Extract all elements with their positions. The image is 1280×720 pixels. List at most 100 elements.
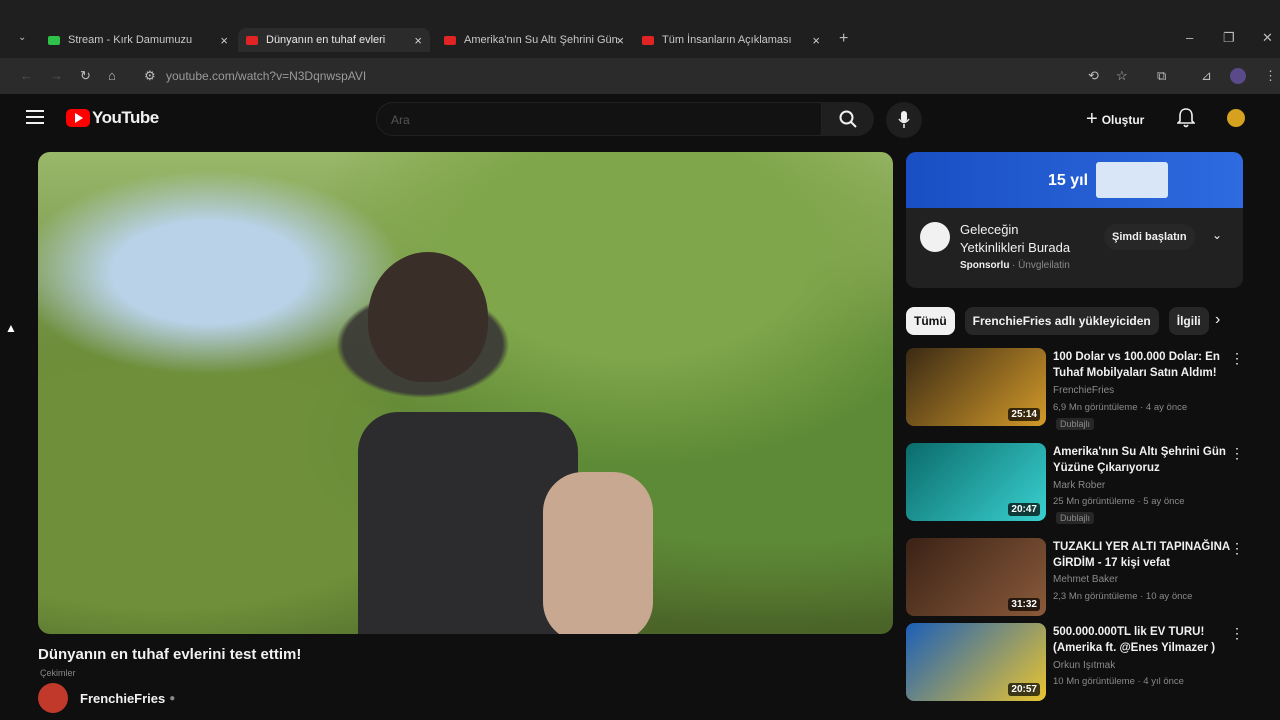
new-tab-icon[interactable]: +: [839, 30, 848, 48]
recommendation-item[interactable]: 20:47 Amerika'nın Su Altı Şehrini Gün Yü…: [906, 443, 1246, 527]
recommendation-item[interactable]: 31:32 TUZAKLI YER ALTI TAPINAĞINA GİRDİM…: [906, 538, 1246, 622]
channel-name[interactable]: FrenchieFries: [80, 691, 165, 706]
ad-logo: [920, 222, 950, 252]
recommendation-item[interactable]: 25:14 100 Dolar vs 100.000 Dolar: En Tuh…: [906, 348, 1246, 432]
translate-icon[interactable]: ⟲: [1088, 68, 1099, 84]
cast-icon[interactable]: ⊿: [1201, 68, 1212, 84]
video-title: Dünyanın en tuhaf evlerini test ettim!: [38, 646, 302, 663]
recommendation-channel[interactable]: Orkun Işıtmak: [1053, 660, 1115, 671]
more-options-icon[interactable]: ⋮: [1230, 350, 1244, 367]
bookmark-star-icon[interactable]: ☆: [1116, 68, 1128, 84]
duration-badge: 25:14: [1008, 408, 1040, 421]
recommendation-meta: 10 Mn görüntüleme · 4 yıl önce: [1053, 676, 1184, 687]
search-icon: [839, 110, 857, 128]
recommendation-meta: 6,9 Mn görüntüleme · 4 ay önce: [1053, 402, 1188, 413]
user-avatar[interactable]: [1227, 109, 1245, 127]
tab-label: Stream - Kırk Damumuzu: [68, 34, 193, 46]
create-button[interactable]: + Oluştur: [1086, 108, 1144, 131]
site-info-icon[interactable]: ⚙: [144, 68, 156, 84]
chip-all[interactable]: Tümü: [906, 307, 955, 335]
youtube-logo-text: YouTube: [92, 108, 159, 127]
browser-tab-3[interactable]: Amerika'nın Su Altı Şehrini Gün ×: [444, 28, 624, 52]
search-input[interactable]: Ara: [376, 102, 822, 136]
search-placeholder: Ara: [391, 113, 410, 127]
ad-banner-laptop-icon: [1096, 162, 1168, 198]
more-options-icon[interactable]: ⋮: [1230, 540, 1244, 557]
verified-icon: ●: [169, 692, 176, 704]
close-tab-icon[interactable]: ×: [812, 33, 820, 48]
recommendation-thumbnail[interactable]: 31:32: [906, 538, 1046, 616]
recommendation-badge: Dublajlı: [1056, 512, 1095, 524]
chip-from-uploader[interactable]: FrenchieFries adlı yükleyiciden: [964, 307, 1159, 335]
ad-sponsor-label: Sponsorlu: [960, 260, 1010, 271]
close-window-icon[interactable]: ✕: [1262, 30, 1273, 46]
browser-menu-icon[interactable]: ⋮: [1264, 68, 1277, 84]
recommendation-channel[interactable]: Mehmet Baker: [1053, 574, 1118, 585]
recommendation-title[interactable]: Amerika'nın Su Altı Şehrini Gün Yüzüne Ç…: [1053, 444, 1233, 476]
ad-banner-text: 15 yıl: [1048, 172, 1089, 189]
recommendation-thumbnail[interactable]: 25:14: [906, 348, 1046, 426]
recommendation-title[interactable]: 500.000.000TL lik EV TURU! (Amerika ft. …: [1053, 624, 1233, 656]
youtube-logo[interactable]: YouTube: [66, 108, 159, 128]
forward-icon[interactable]: →: [50, 68, 63, 83]
notifications-bell-icon[interactable]: [1176, 108, 1196, 133]
close-tab-icon[interactable]: ×: [616, 33, 624, 48]
chevron-right-icon[interactable]: ›: [1215, 311, 1220, 329]
create-label: Oluştur: [1101, 112, 1145, 127]
recommendation-title[interactable]: TUZAKLI YER ALTI TAPINAĞINA GİRDİM - 17 …: [1053, 539, 1233, 571]
close-tab-icon[interactable]: ×: [220, 33, 228, 48]
ad-cta-label: Şimdi başlatın: [1112, 231, 1187, 243]
browser-tab-4[interactable]: Tüm İnsanların Açıklaması ×: [642, 28, 820, 52]
plus-icon: +: [1086, 108, 1098, 130]
channel-avatar[interactable]: [38, 683, 68, 713]
recommendation-channel[interactable]: FrenchieFries: [1053, 385, 1114, 396]
recommendation-channel[interactable]: Mark Rober: [1053, 480, 1105, 491]
recommendation-meta: 2,3 Mn görüntüleme · 10 ay önce: [1053, 591, 1193, 602]
ad-cta-button[interactable]: Şimdi başlatın: [1104, 224, 1195, 250]
home-icon[interactable]: ⌂: [108, 68, 116, 83]
search-button[interactable]: [822, 102, 874, 136]
duration-badge: 20:47: [1008, 503, 1040, 516]
channel-row: FrenchieFries ●: [38, 683, 176, 713]
voice-search-button[interactable]: [886, 102, 922, 138]
video-frame-person-head: [368, 252, 488, 382]
tab-favicon: [642, 35, 654, 45]
extensions-icon[interactable]: ⧉: [1157, 68, 1166, 84]
maximize-icon[interactable]: ❐: [1223, 30, 1235, 46]
back-icon[interactable]: ←: [20, 68, 33, 83]
recommendation-item[interactable]: 20:57 500.000.000TL lik EV TURU! (Amerik…: [906, 623, 1246, 707]
ad-sponsor-domain: · Ünvgleilatin: [1012, 260, 1070, 271]
recommendation-meta: 25 Mn görüntüleme · 5 ay önce: [1053, 496, 1185, 507]
more-options-icon[interactable]: ⋮: [1230, 625, 1244, 642]
tab-search-icon[interactable]: ⌄: [18, 32, 26, 43]
close-tab-icon[interactable]: ×: [414, 33, 422, 48]
tab-label: Tüm İnsanların Açıklaması: [662, 34, 792, 46]
video-player[interactable]: [38, 152, 893, 634]
video-frame-person-arm: [543, 472, 653, 634]
tab-favicon: [246, 35, 258, 45]
microphone-icon: [898, 111, 910, 128]
tab-favicon: [444, 35, 456, 45]
ad-card[interactable]: 15 yıl Geleceğin Yetkinlikleri Burada Sp…: [906, 152, 1243, 288]
ad-banner[interactable]: 15 yıl: [906, 152, 1243, 208]
duration-badge: 31:32: [1008, 598, 1040, 611]
url-field[interactable]: youtube.com/watch?v=N3DqnwspAVI: [166, 69, 366, 83]
profile-avatar[interactable]: [1230, 68, 1246, 84]
chevron-down-icon[interactable]: ⌄: [1212, 228, 1222, 242]
recommendation-badge: Dublajlı: [1056, 418, 1095, 430]
chip-related[interactable]: İlgili: [1168, 307, 1209, 335]
minimize-icon[interactable]: –: [1186, 30, 1193, 45]
reload-icon[interactable]: ↻: [80, 68, 91, 84]
duration-badge: 20:57: [1008, 683, 1040, 696]
recommendation-title[interactable]: 100 Dolar vs 100.000 Dolar: En Tuhaf Mob…: [1053, 349, 1233, 381]
browser-tab-2[interactable]: Dünyanın en tuhaf evleri ×: [238, 28, 430, 52]
hamburger-menu-icon[interactable]: [26, 110, 44, 129]
browser-tab-1[interactable]: Stream - Kırk Damumuzu ×: [48, 28, 228, 52]
more-options-icon[interactable]: ⋮: [1230, 445, 1244, 462]
browser-tab-strip: ⌄ Stream - Kırk Damumuzu × Dünyanın en t…: [0, 0, 1280, 58]
ad-title-line2: Yetkinlikleri Burada: [960, 240, 1071, 255]
mouse-cursor-icon: ▲: [5, 321, 17, 335]
tab-label: Amerika'nın Su Altı Şehrini Gün: [464, 34, 618, 46]
recommendation-thumbnail[interactable]: 20:47: [906, 443, 1046, 521]
recommendation-thumbnail[interactable]: 20:57: [906, 623, 1046, 701]
